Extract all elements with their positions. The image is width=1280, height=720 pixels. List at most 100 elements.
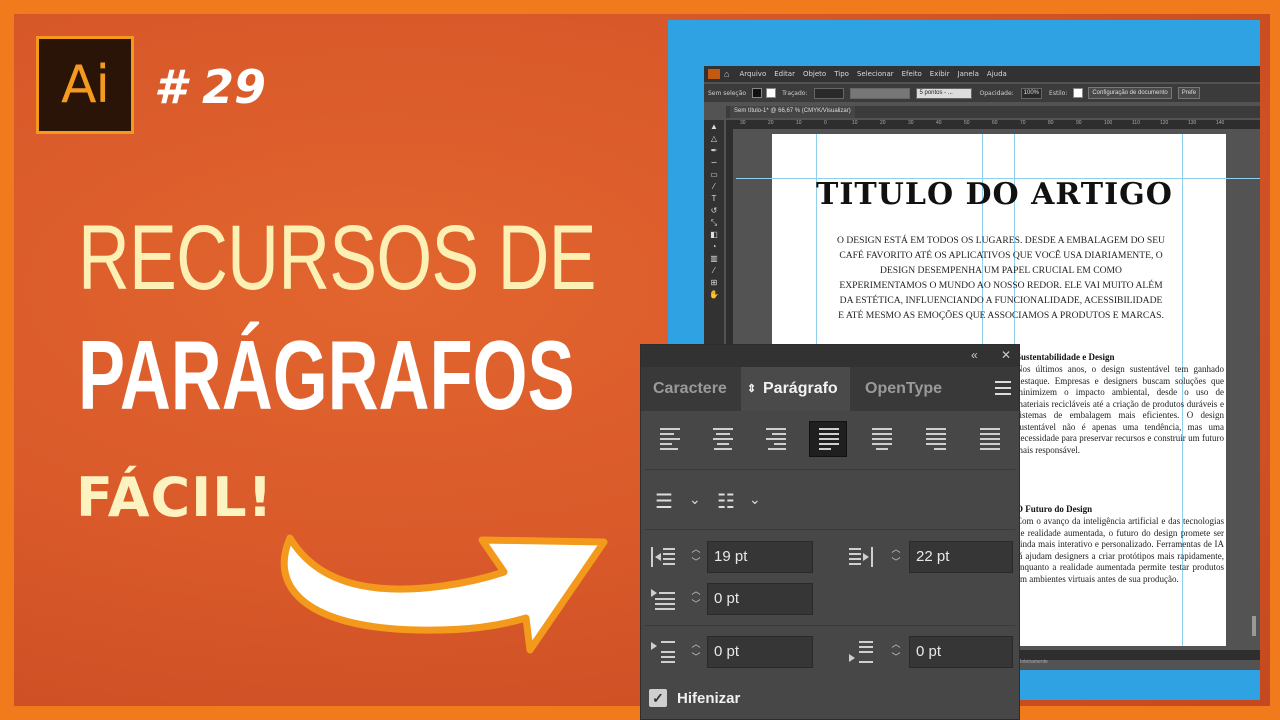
align-left-icon[interactable] bbox=[651, 421, 689, 457]
align-right-icon[interactable] bbox=[757, 421, 795, 457]
ruler-mark: 10 bbox=[796, 120, 802, 126]
ruler-mark: 30 bbox=[908, 120, 914, 126]
bullets-icon[interactable]: ☰ bbox=[655, 489, 673, 514]
tab-caractere[interactable]: Caractere bbox=[641, 367, 739, 411]
shape-builder-tool-icon[interactable]: ◔ bbox=[709, 243, 719, 251]
right-indent-stepper[interactable]: ︿ ﹀ bbox=[885, 541, 907, 573]
ruler-mark: 40 bbox=[936, 120, 942, 126]
ruler-mark: 100 bbox=[1104, 120, 1113, 126]
document-setup-button[interactable]: Configuração de documento bbox=[1088, 87, 1172, 99]
artboard-tool-icon[interactable]: ⊞ bbox=[709, 279, 719, 287]
collapse-icon[interactable]: « bbox=[971, 348, 978, 362]
home-icon[interactable]: ⌂ bbox=[724, 69, 729, 79]
gradient-tool-icon[interactable]: ▥ bbox=[709, 255, 719, 263]
preferences-button[interactable]: Prefe bbox=[1177, 87, 1201, 99]
right-indent-icon bbox=[849, 547, 873, 567]
brush-field[interactable]: 5 pontos - ... bbox=[916, 87, 973, 99]
stroke-weight-field[interactable] bbox=[814, 87, 845, 99]
article-intro[interactable]: O DESIGN ESTÁ EM TODOS OS LUGARES. DESDE… bbox=[836, 233, 1166, 323]
variable-width-field[interactable] bbox=[850, 87, 911, 99]
menu-bar: ⌂ Arquivo Editar Objeto Tipo Selecionar … bbox=[704, 66, 1260, 82]
left-indent-icon bbox=[651, 547, 675, 567]
tab-opentype[interactable]: OpenType bbox=[853, 367, 954, 411]
ruler-mark: 120 bbox=[1160, 120, 1169, 126]
scale-tool-icon[interactable]: ⤡ bbox=[709, 219, 719, 227]
first-line-indent-stepper[interactable]: ︿ ﹀ bbox=[685, 583, 707, 615]
stroke-swatch[interactable] bbox=[766, 88, 777, 98]
paintbrush-tool-icon[interactable]: ⁄ bbox=[709, 183, 719, 191]
hyphenate-option[interactable]: ✓ Hifenizar bbox=[649, 689, 740, 707]
document-tab[interactable]: Sem título-1* @ 66,67 % (CMYK/Visualizar… bbox=[730, 106, 855, 118]
ruler-mark: 20 bbox=[880, 120, 886, 126]
justify-last-center-icon[interactable] bbox=[863, 421, 901, 457]
section-heading[interactable]: O Futuro do Design bbox=[1016, 504, 1092, 514]
left-indent-stepper[interactable]: ︿ ﹀ bbox=[685, 541, 707, 573]
menu-exibir[interactable]: Exibir bbox=[930, 70, 950, 78]
hand-tool-icon[interactable]: ✋ bbox=[709, 291, 719, 299]
opacity-field[interactable]: 100% bbox=[1020, 87, 1043, 99]
first-line-indent-icon bbox=[651, 589, 675, 610]
control-bar: Sem seleção Traçado: 5 pontos - ... Opac… bbox=[704, 84, 1260, 102]
pen-tool-icon[interactable]: ✒ bbox=[709, 147, 719, 155]
style-swatch[interactable] bbox=[1073, 88, 1084, 98]
type-tool-icon[interactable]: T bbox=[709, 195, 719, 203]
fill-swatch[interactable] bbox=[752, 88, 763, 98]
space-after-stepper[interactable]: ︿ ﹀ bbox=[885, 636, 907, 668]
vertical-scrollbar[interactable] bbox=[1252, 616, 1256, 636]
menu-selecionar[interactable]: Selecionar bbox=[857, 70, 894, 78]
numbering-icon[interactable]: ☷ bbox=[717, 489, 735, 514]
ruler-mark: 0 bbox=[824, 120, 827, 126]
space-after-field[interactable]: 0 pt bbox=[909, 636, 1013, 668]
right-indent-field[interactable]: 22 pt bbox=[909, 541, 1013, 573]
menu-arquivo[interactable]: Arquivo bbox=[739, 70, 766, 78]
logo-text: Ai bbox=[60, 55, 110, 115]
rectangle-tool-icon[interactable]: ▭ bbox=[709, 171, 719, 179]
justify-last-left-icon[interactable] bbox=[809, 421, 847, 457]
menu-tipo[interactable]: Tipo bbox=[834, 70, 849, 78]
space-before-field[interactable]: 0 pt bbox=[707, 636, 813, 668]
horizontal-ruler[interactable]: 30 20 10 0 10 20 30 40 50 60 70 80 90 10… bbox=[726, 120, 1260, 129]
justify-all-icon[interactable] bbox=[971, 421, 1009, 457]
menu-efeito[interactable]: Efeito bbox=[902, 70, 922, 78]
menu-ajuda[interactable]: Ajuda bbox=[987, 70, 1007, 78]
illustrator-logo: Ai bbox=[36, 36, 134, 134]
divider bbox=[645, 529, 1015, 530]
curvature-tool-icon[interactable]: ∽ bbox=[709, 159, 719, 167]
episode-number: # 29 bbox=[154, 60, 267, 114]
eraser-tool-icon[interactable]: ◧ bbox=[709, 231, 719, 239]
selection-tool-icon[interactable]: ▲ bbox=[709, 123, 719, 131]
ruler-mark: 10 bbox=[852, 120, 858, 126]
direct-selection-tool-icon[interactable]: △ bbox=[709, 135, 719, 143]
section-heading[interactable]: Sustentabilidade e Design bbox=[1016, 352, 1115, 362]
menu-editar[interactable]: Editar bbox=[774, 70, 795, 78]
list-row: ☰ ⌄ ☷ ⌄ bbox=[641, 477, 1019, 527]
hyphenate-checkbox[interactable]: ✓ bbox=[649, 689, 667, 707]
hyphenate-label: Hifenizar bbox=[677, 689, 741, 707]
tab-paragrafo[interactable]: ⇕ Parágrafo bbox=[741, 367, 850, 411]
chevron-down-icon[interactable]: ⌄ bbox=[749, 491, 761, 508]
app-icon bbox=[708, 69, 720, 79]
section-text[interactable]: Nos últimos anos, o design sustentável t… bbox=[1016, 364, 1224, 456]
justify-last-right-icon[interactable] bbox=[917, 421, 955, 457]
alignment-row bbox=[641, 411, 1019, 467]
ruler-mark: 60 bbox=[992, 120, 998, 126]
menu-janela[interactable]: Janela bbox=[958, 70, 979, 78]
eyedropper-tool-icon[interactable]: ⁄ bbox=[709, 267, 719, 275]
close-icon[interactable]: ✕ bbox=[1001, 348, 1011, 362]
tab-arrows-icon: ⇕ bbox=[747, 383, 757, 395]
menu-objeto[interactable]: Objeto bbox=[803, 70, 826, 78]
panel-tabs: Caractere ⇕ Parágrafo OpenType bbox=[641, 367, 1019, 411]
first-line-indent-field[interactable]: 0 pt bbox=[707, 583, 813, 615]
chevron-down-icon[interactable]: ⌄ bbox=[689, 491, 701, 508]
stroke-label: Traçado: bbox=[782, 89, 808, 97]
ruler-mark: 50 bbox=[964, 120, 970, 126]
panel-menu-icon[interactable] bbox=[995, 381, 1011, 399]
align-center-icon[interactable] bbox=[704, 421, 742, 457]
document-tab-bar: Sem título-1* @ 66,67 % (CMYK/Visualizar… bbox=[726, 106, 1260, 118]
left-indent-field[interactable]: 19 pt bbox=[707, 541, 813, 573]
rotate-tool-icon[interactable]: ↺ bbox=[709, 207, 719, 215]
space-before-stepper[interactable]: ︿ ﹀ bbox=[685, 636, 707, 668]
arrow-icon bbox=[280, 534, 608, 654]
section-text[interactable]: Com o avanço da inteligência artificial … bbox=[1016, 516, 1224, 585]
article-title[interactable]: TITULO DO ARTIGO bbox=[816, 177, 1173, 212]
